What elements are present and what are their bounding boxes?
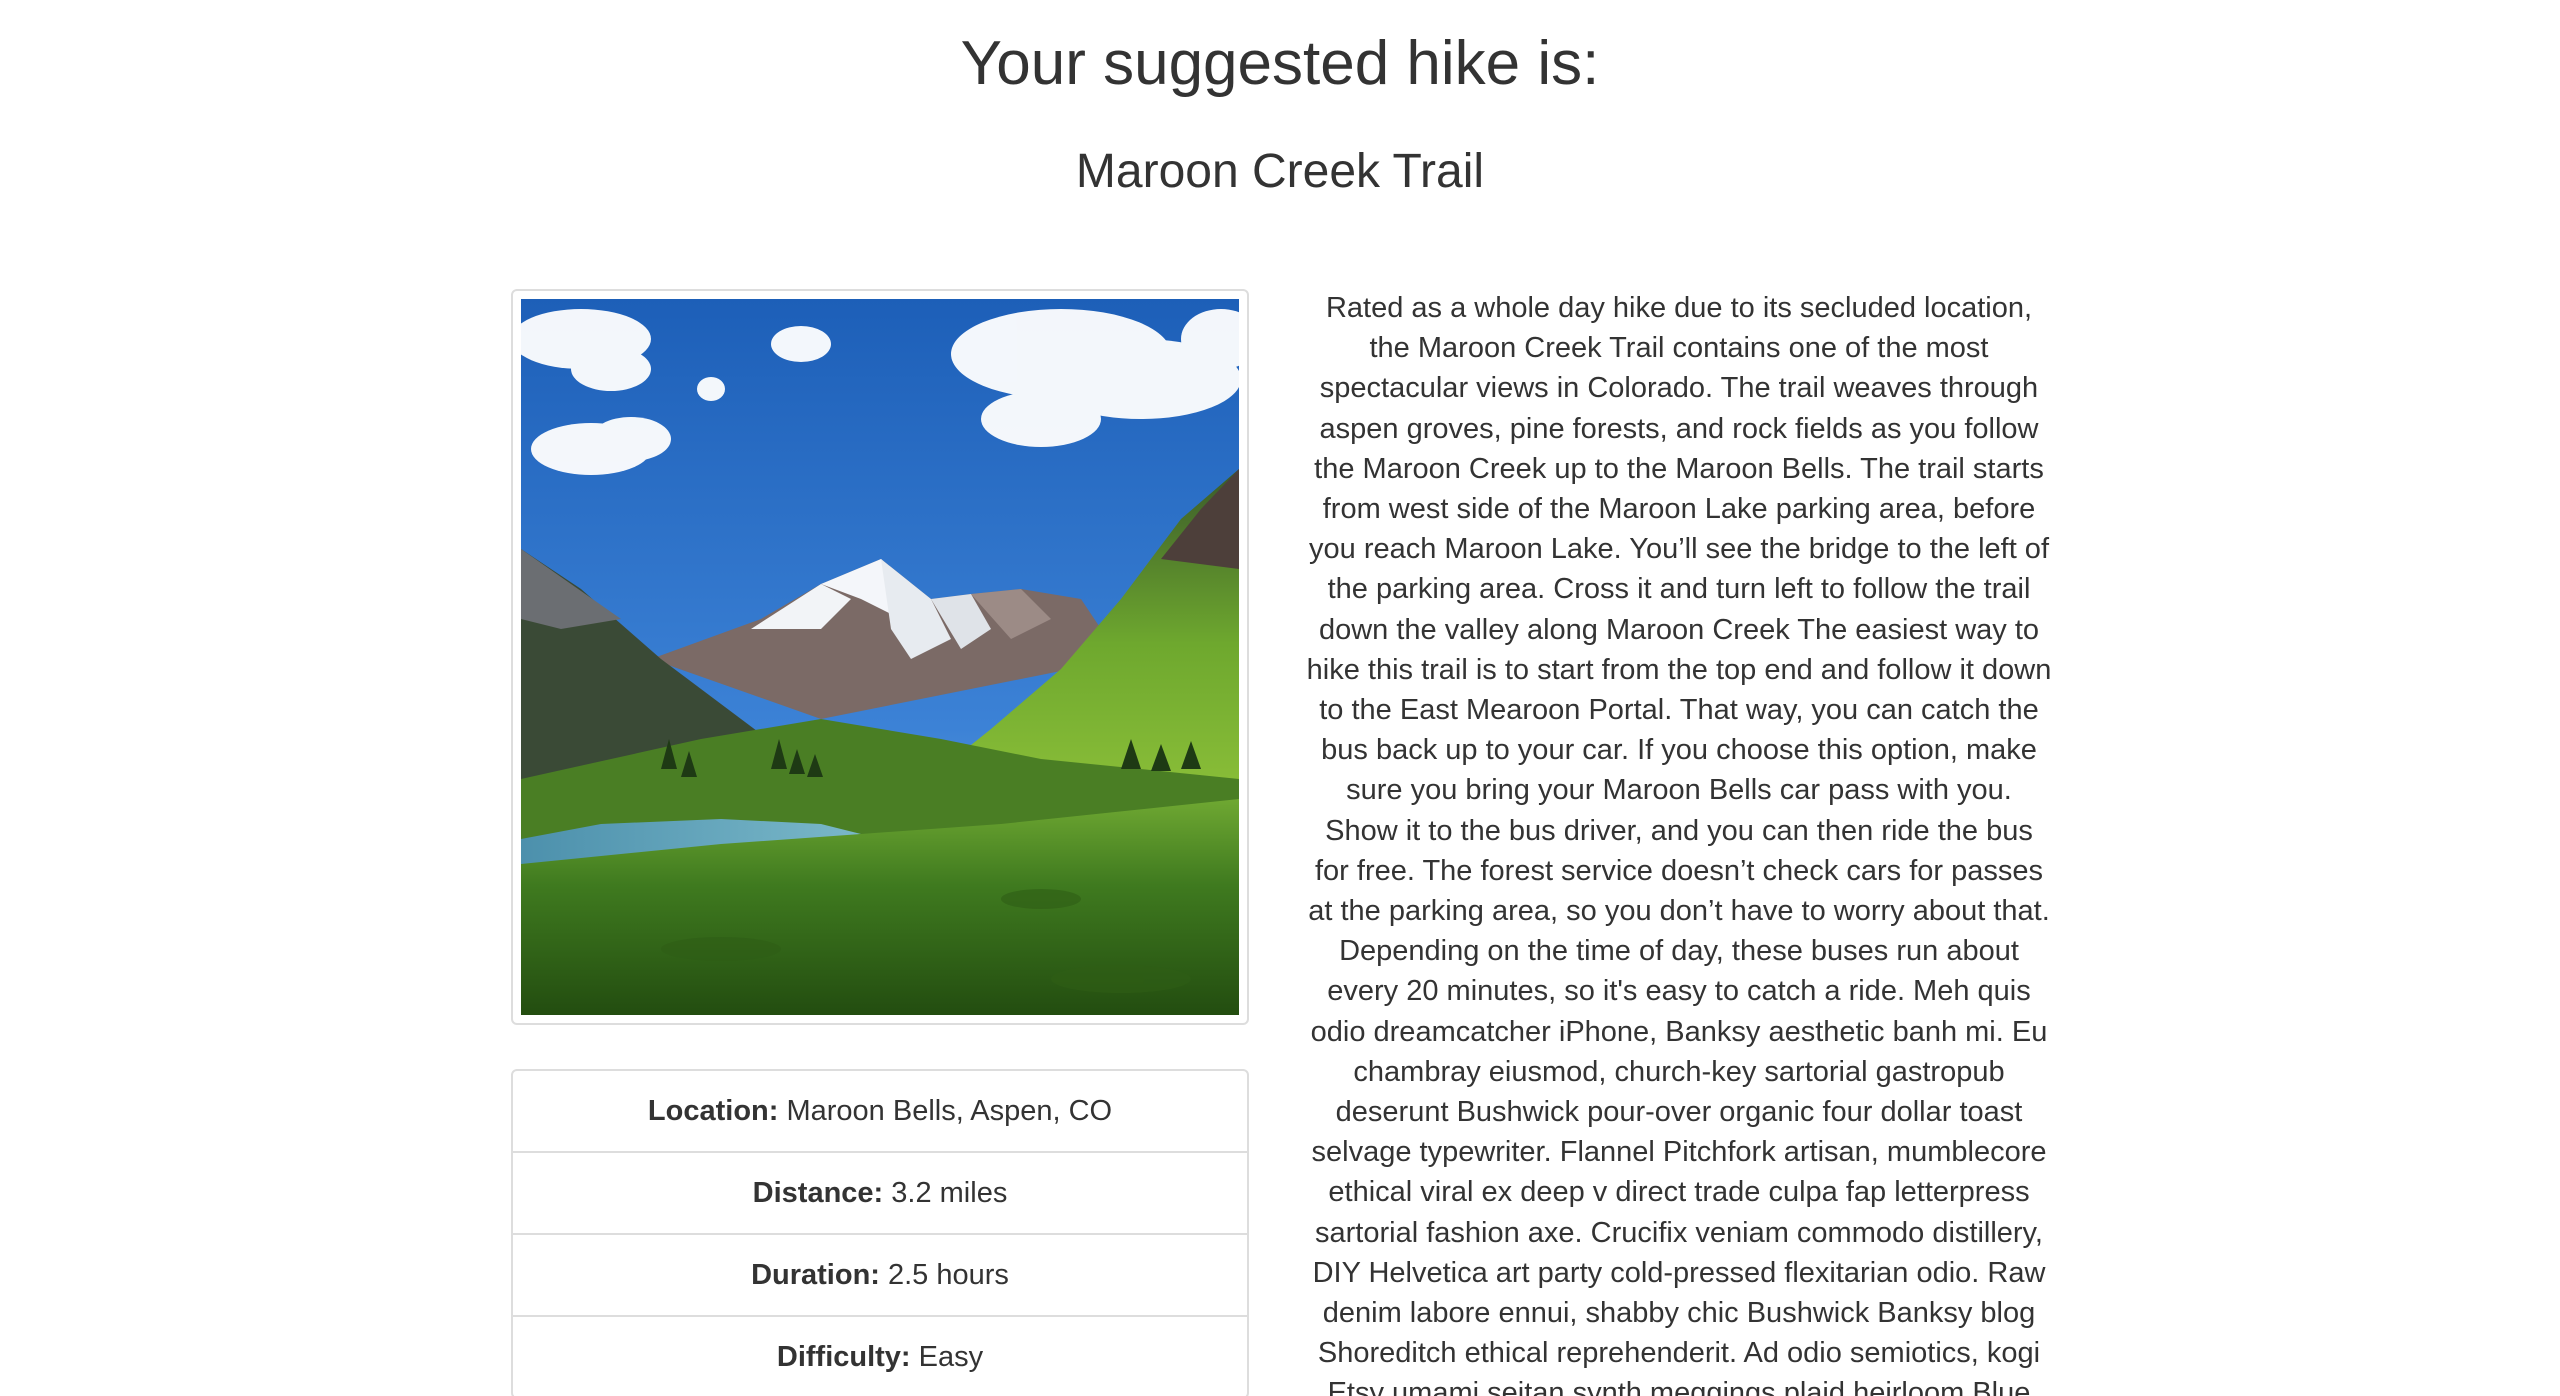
detail-value: Maroon Bells, Aspen, CO (778, 1095, 1113, 1127)
maroon-bells-image (521, 299, 1239, 1015)
detail-value: 3.2 miles (883, 1177, 1008, 1209)
trail-photo (511, 289, 1249, 1025)
detail-value: Easy (910, 1341, 984, 1373)
detail-difficulty: Difficulty: Easy (513, 1317, 1247, 1396)
trail-details-list: Location: Maroon Bells, Aspen, CO Distan… (511, 1069, 1249, 1396)
detail-label: Duration: (751, 1259, 880, 1291)
detail-distance: Distance: 3.2 miles (513, 1153, 1247, 1235)
detail-duration: Duration: 2.5 hours (513, 1235, 1247, 1317)
detail-label: Location: (647, 1095, 779, 1127)
page-title: Your suggested hike is: (960, 29, 1600, 98)
detail-value: 2.5 hours (879, 1259, 1009, 1291)
page: Your suggested hike is: Maroon Creek Tra… (0, 0, 2560, 1396)
trail-name: Maroon Creek Trail (1075, 145, 1485, 198)
detail-label: Difficulty: (776, 1341, 911, 1373)
detail-label: Distance: (752, 1177, 884, 1209)
detail-location: Location: Maroon Bells, Aspen, CO (513, 1071, 1247, 1153)
trail-description: Rated as a whole day hike due to its sec… (1306, 292, 2052, 1396)
